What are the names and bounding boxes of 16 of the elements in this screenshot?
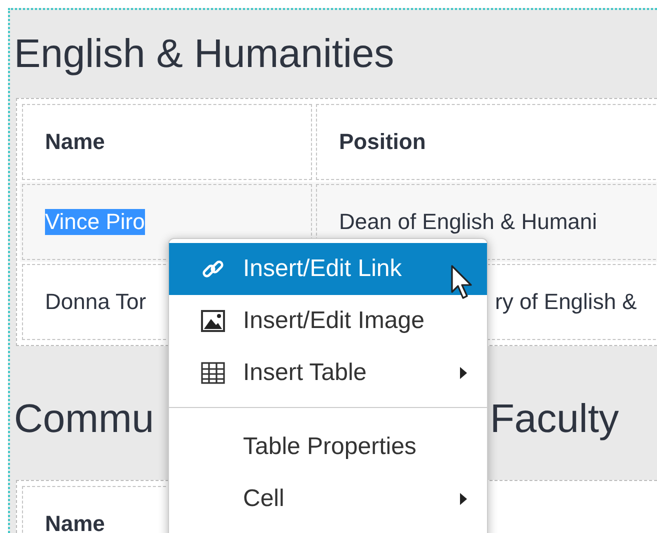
menu-item[interactable]: Insert Table	[169, 347, 487, 399]
column-header: Position	[339, 129, 426, 155]
table-cell-text: ry of English &	[495, 289, 637, 315]
table-icon	[201, 362, 225, 384]
image-icon	[201, 310, 225, 332]
column-header: Name	[45, 511, 105, 533]
column-header: Name	[45, 129, 105, 155]
section-heading: English & Humanities	[14, 32, 394, 76]
menu-item[interactable]: Cell	[169, 473, 487, 525]
menu-item[interactable]: Insert/Edit Image	[169, 295, 487, 347]
section-heading: Commu	[14, 396, 156, 442]
table-cell-text: Dean of English & Humani	[339, 209, 598, 235]
table-cell-text: Donna Tor	[45, 289, 146, 315]
menu-item[interactable]: Table Properties	[169, 421, 487, 473]
section-heading: Faculty	[490, 396, 620, 442]
table-cell-text: Vince Piro	[45, 209, 145, 235]
